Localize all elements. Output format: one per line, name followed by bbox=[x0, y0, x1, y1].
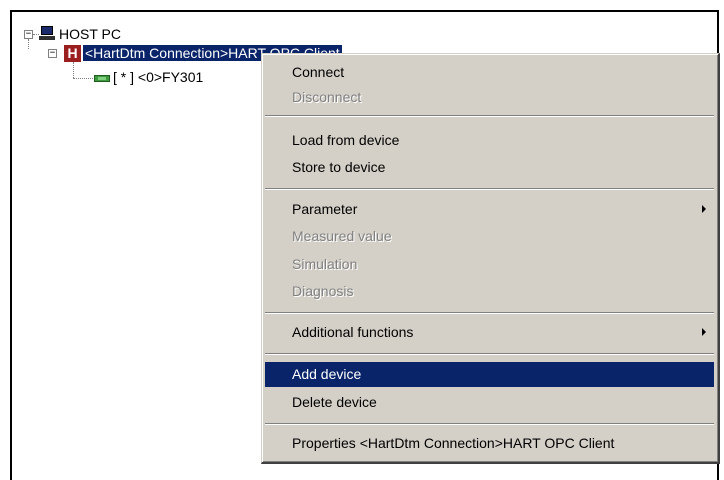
tree-connector bbox=[28, 39, 29, 49]
tree-node-device[interactable]: [ * ] <0>FY301 bbox=[113, 69, 203, 85]
tree-node-host-pc[interactable]: HOST PC bbox=[59, 26, 121, 42]
menu-separator bbox=[265, 353, 714, 355]
hart-connection-icon: H bbox=[64, 45, 81, 62]
collapse-connection-button[interactable]: − bbox=[48, 49, 57, 58]
menu-separator bbox=[265, 188, 714, 190]
computer-icon bbox=[39, 26, 55, 40]
collapse-root-button[interactable]: − bbox=[24, 30, 33, 39]
menu-item-label: Parameter bbox=[292, 201, 358, 217]
menu-item-label: Additional functions bbox=[292, 324, 414, 340]
menu-item-connect[interactable]: Connect bbox=[265, 60, 714, 85]
menu-item-simulation: Simulation bbox=[292, 256, 358, 272]
menu-item-disconnect: Disconnect bbox=[292, 89, 362, 105]
menu-separator bbox=[265, 312, 714, 314]
tree-connector bbox=[73, 78, 93, 79]
menu-item-properties[interactable]: Properties <HartDtm Connection>HART OPC … bbox=[265, 431, 714, 456]
menu-item-parameter[interactable]: Parameter bbox=[265, 197, 714, 222]
menu-item-delete-device[interactable]: Delete device bbox=[265, 390, 714, 415]
menu-item-store-to-device[interactable]: Store to device bbox=[265, 155, 714, 180]
menu-item-load-from-device[interactable]: Load from device bbox=[265, 128, 714, 153]
menu-item-diagnosis: Diagnosis bbox=[292, 283, 354, 299]
menu-separator bbox=[265, 115, 714, 117]
menu-item-additional-functions[interactable]: Additional functions bbox=[265, 320, 714, 345]
menu-item-measured-value: Measured value bbox=[292, 228, 392, 244]
context-menu: Connect Disconnect Load from device Stor… bbox=[261, 53, 720, 464]
device-icon bbox=[94, 75, 110, 82]
tree-connector bbox=[73, 62, 74, 78]
submenu-arrow-icon bbox=[702, 205, 706, 213]
menu-item-add-device[interactable]: Add device bbox=[265, 362, 714, 387]
menu-separator bbox=[265, 423, 714, 425]
submenu-arrow-icon bbox=[702, 328, 706, 336]
